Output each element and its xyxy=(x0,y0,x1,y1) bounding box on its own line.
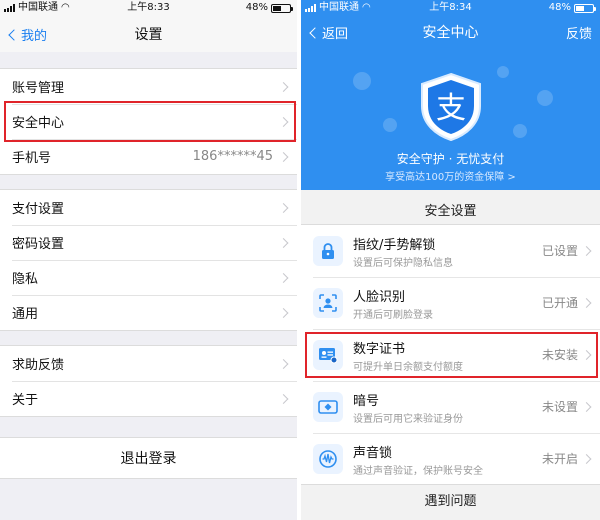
chevron-right-icon xyxy=(278,358,289,369)
item-title: 暗号 xyxy=(353,394,380,409)
row-help-feedback[interactable]: 求助反馈 xyxy=(0,346,297,381)
item-status: 未开启 xyxy=(541,452,578,466)
row-label: 隐私 xyxy=(12,272,39,287)
voice-lock-icon xyxy=(313,444,343,474)
item-title: 声音锁 xyxy=(353,446,393,461)
decor-circle xyxy=(497,66,509,78)
nav-bar: 返回 安全中心 反馈 xyxy=(301,16,600,48)
item-subtitle: 通过声音验证，保护账号安全 xyxy=(353,466,483,477)
item-subtitle: 开通后可刷脸登录 xyxy=(353,310,433,321)
page-title: 设置 xyxy=(134,27,163,43)
chevron-right-icon xyxy=(581,402,592,412)
help-group: 求助反馈 关于 xyxy=(0,345,297,417)
chevron-right-icon xyxy=(278,393,289,404)
row-label: 关于 xyxy=(12,393,39,408)
decor-circle xyxy=(353,72,371,90)
logo-char: 支 xyxy=(436,91,466,126)
row-label: 支付设置 xyxy=(12,202,65,217)
hero-slogan: 安全守护 · 无忧支付 xyxy=(396,152,505,166)
passcode-icon xyxy=(313,392,343,422)
item-subtitle: 设置后可用它来验证身份 xyxy=(353,414,463,425)
help-issues-link[interactable]: 遇到问题 xyxy=(301,484,600,520)
phone-number-value: 186******45 xyxy=(192,149,273,164)
row-account-management[interactable]: 账号管理 xyxy=(0,69,297,104)
chevron-right-icon xyxy=(278,307,289,318)
hero-banner: 中国联通 ◠ 上午8:34 48% 返回 安全中心 反馈 支 安全守护 · 无忧… xyxy=(301,0,600,190)
item-voice-lock[interactable]: 声音锁 通过声音验证，保护账号安全 未开启 xyxy=(301,433,600,485)
battery-icon xyxy=(574,3,596,13)
chevron-right-icon xyxy=(278,237,289,248)
row-general[interactable]: 通用 xyxy=(0,295,297,330)
security-center-screen: 中国联通 ◠ 上午8:34 48% 返回 安全中心 反馈 支 安全守护 · 无忧… xyxy=(301,0,600,520)
item-status: 已开通 xyxy=(541,296,578,310)
battery-percent: 48% xyxy=(548,2,571,13)
item-passcode[interactable]: 暗号 设置后可用它来验证身份 未设置 xyxy=(301,381,600,433)
item-status: 未设置 xyxy=(541,400,578,414)
battery-percent: 48% xyxy=(245,2,268,13)
decor-circle xyxy=(513,124,527,138)
decor-circle xyxy=(537,90,553,106)
item-title: 人脸识别 xyxy=(353,290,406,305)
highlight-box xyxy=(305,332,598,378)
row-phone-number[interactable]: 手机号 186******45 xyxy=(0,139,297,174)
item-title: 指纹/手势解锁 xyxy=(353,238,436,253)
chevron-right-icon xyxy=(278,202,289,213)
item-subtitle: 设置后可保护隐私信息 xyxy=(353,258,453,269)
feedback-button[interactable]: 反馈 xyxy=(566,23,592,42)
status-bar: 中国联通 ◠ 上午8:34 48% xyxy=(301,0,600,16)
row-label: 密码设置 xyxy=(12,237,65,252)
item-face-id[interactable]: 人脸识别 开通后可刷脸登录 已开通 xyxy=(301,277,600,329)
chevron-right-icon xyxy=(581,298,592,308)
face-id-icon xyxy=(313,288,343,318)
lock-icon xyxy=(313,236,343,266)
chevron-right-icon xyxy=(581,454,592,464)
chevron-right-icon xyxy=(278,151,289,162)
fund-protection-link[interactable]: 享受高达100万的资金保障 > xyxy=(301,168,600,183)
chevron-right-icon xyxy=(278,272,289,283)
section-title: 安全设置 xyxy=(424,204,477,219)
decor-circle xyxy=(383,118,397,132)
page-title: 安全中心 xyxy=(422,25,479,41)
row-label: 手机号 xyxy=(12,151,52,166)
status-bar: 中国联通 ◠ 上午8:33 48% xyxy=(0,0,297,16)
battery-icon xyxy=(271,3,293,13)
item-status: 已设置 xyxy=(541,244,578,258)
settings-screen: 中国联通 ◠ 上午8:33 48% 我的 设置 账号管理 安全中心 手机号 18… xyxy=(0,0,297,520)
row-about[interactable]: 关于 xyxy=(0,381,297,416)
row-payment-settings[interactable]: 支付设置 xyxy=(0,190,297,225)
nav-bar: 我的 设置 xyxy=(0,16,297,52)
item-unlock[interactable]: 指纹/手势解锁 设置后可保护隐私信息 已设置 xyxy=(301,225,600,277)
row-label: 求助反馈 xyxy=(12,358,65,373)
settings-group: 支付设置 密码设置 隐私 通用 xyxy=(0,189,297,331)
chevron-right-icon xyxy=(278,81,289,92)
row-privacy[interactable]: 隐私 xyxy=(0,260,297,295)
chevron-right-icon xyxy=(581,246,592,256)
row-label: 通用 xyxy=(12,307,39,322)
shield-logo-icon: 支 xyxy=(418,72,484,142)
logout-button[interactable]: 退出登录 xyxy=(0,437,297,479)
highlight-box xyxy=(4,101,296,142)
row-label: 账号管理 xyxy=(12,81,65,96)
row-password-settings[interactable]: 密码设置 xyxy=(0,225,297,260)
